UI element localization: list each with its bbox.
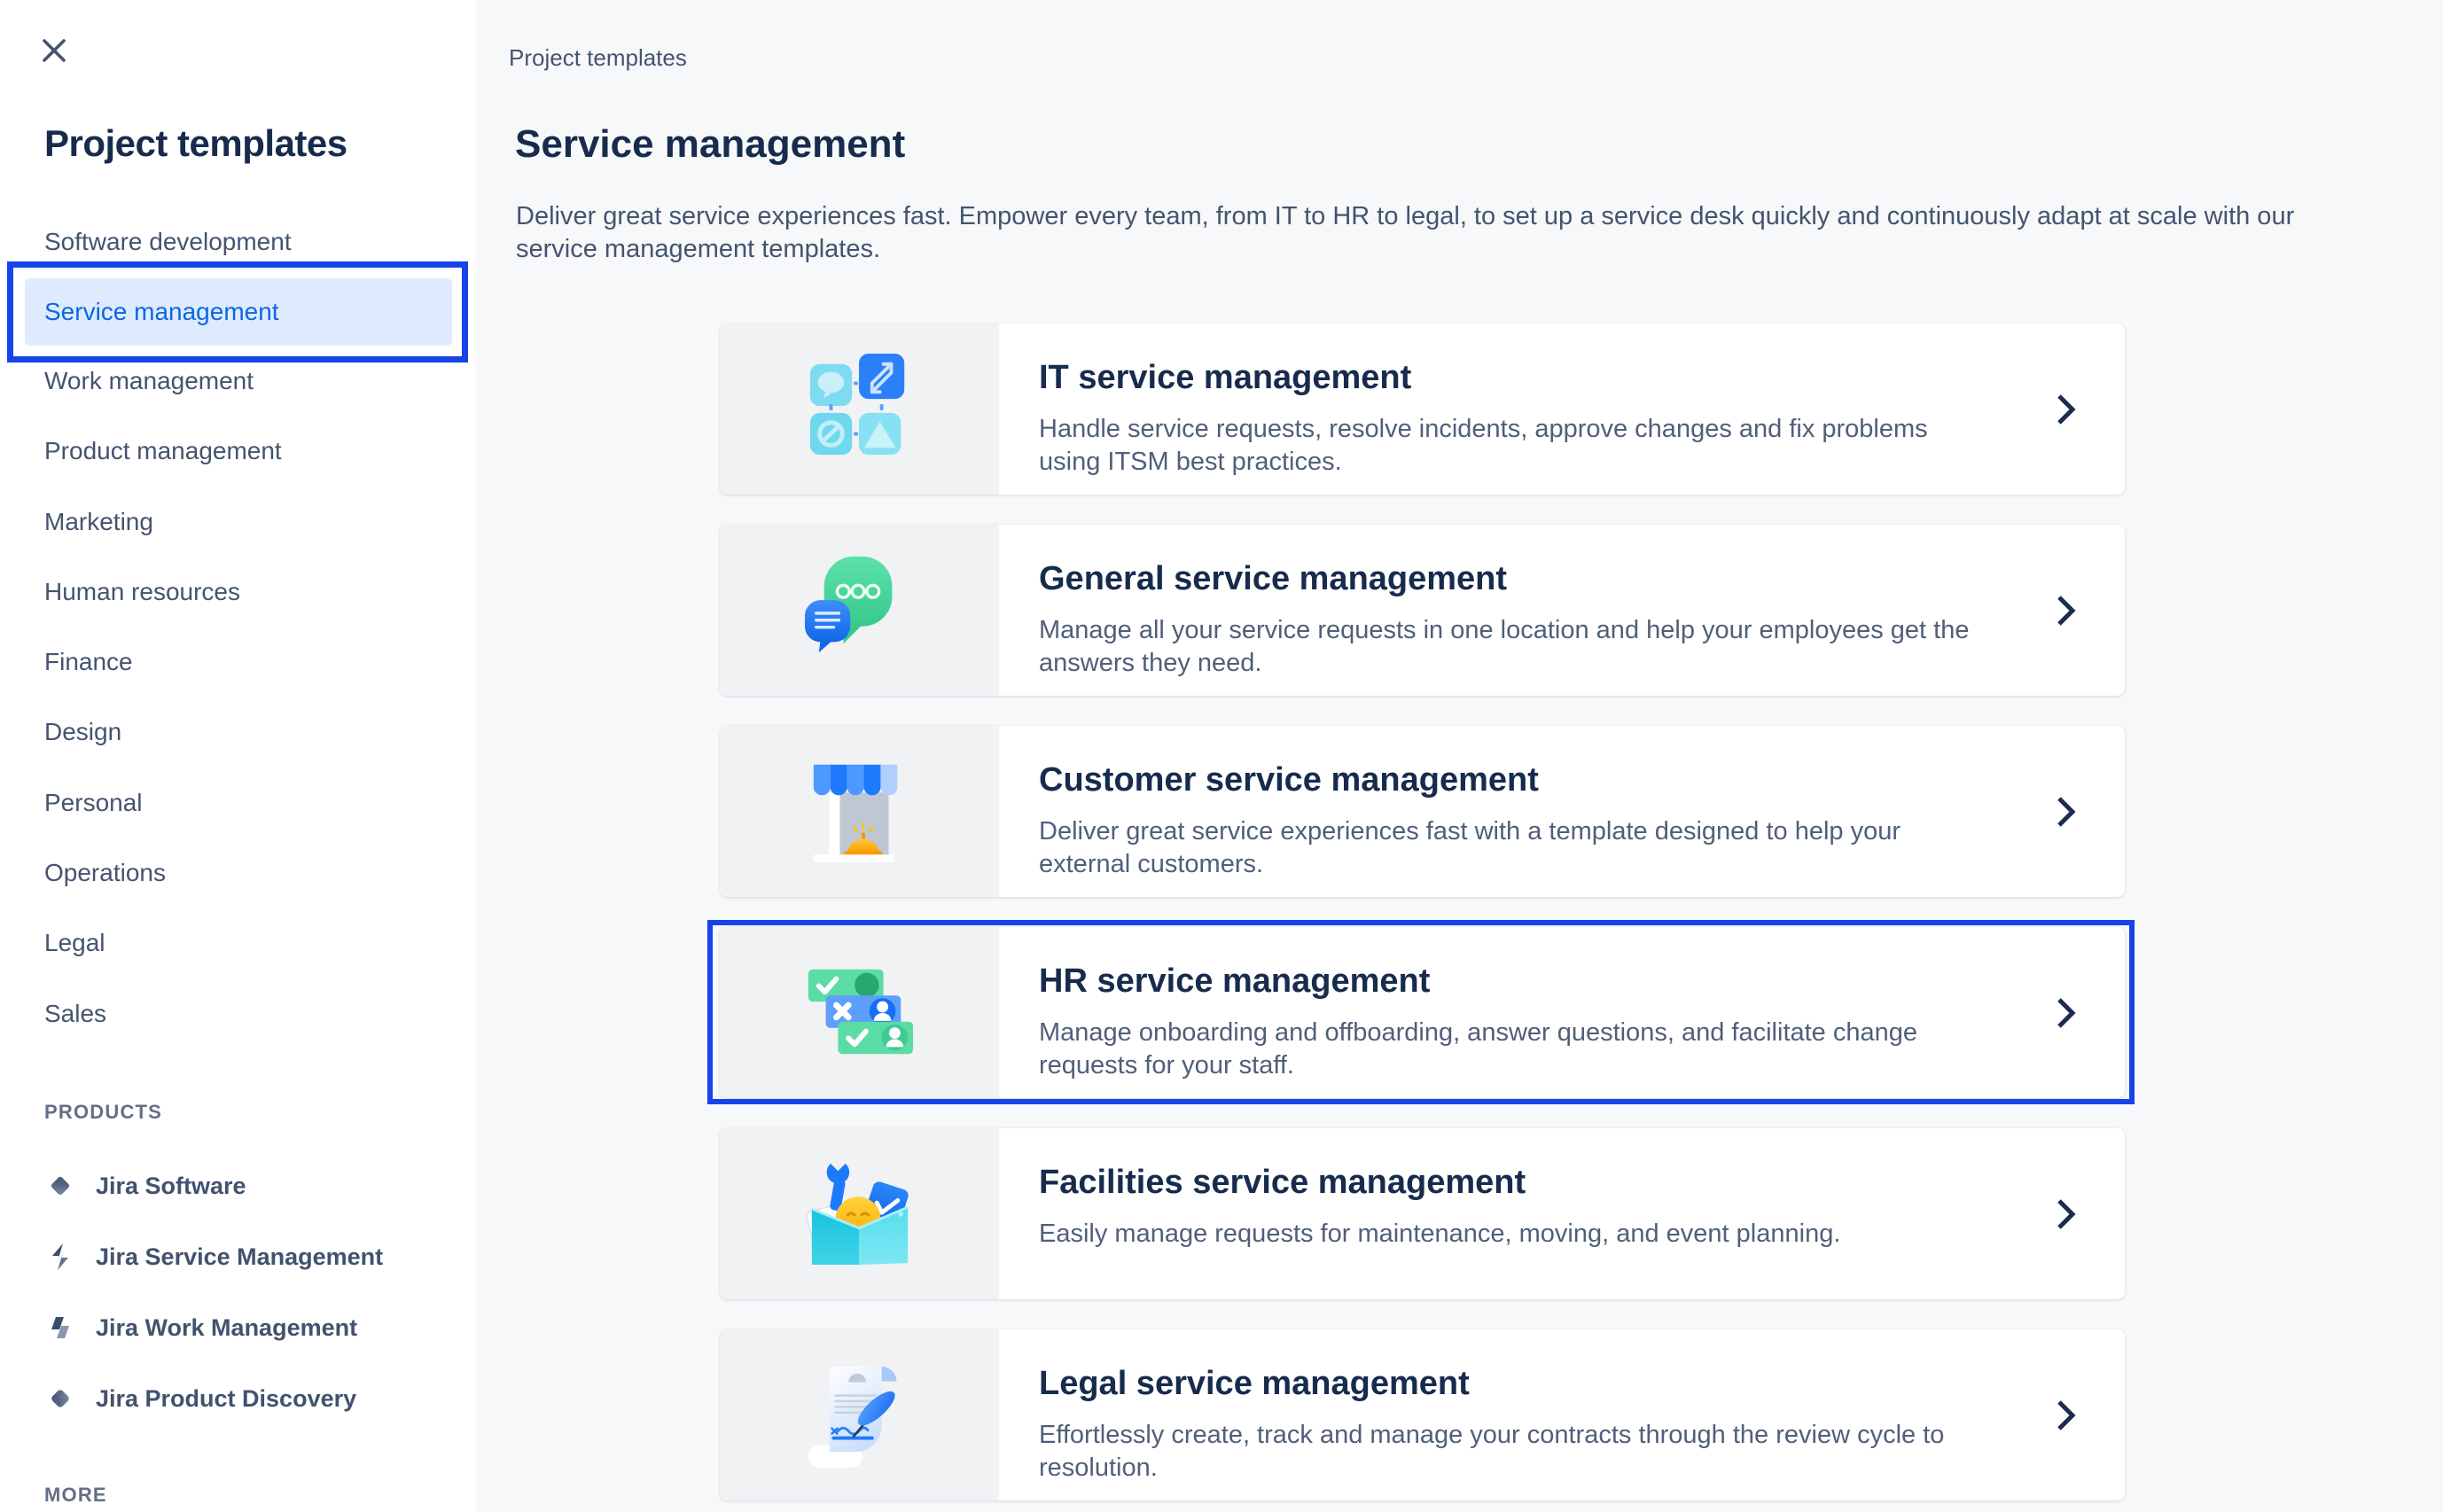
card-body: HR service management Manage onboarding … <box>999 927 2125 1098</box>
card-title: Customer service management <box>1039 761 1539 799</box>
customer-service-management-illustration-icon <box>803 752 917 870</box>
sidebar-title: Project templates <box>44 122 347 164</box>
it-service-management-illustration-icon <box>803 350 917 468</box>
chevron-right-icon[interactable] <box>2054 994 2079 1032</box>
sidebar-item-marketing[interactable]: Marketing <box>0 487 476 557</box>
card-icon-zone <box>720 726 999 897</box>
template-card-facilities-service-management[interactable]: Facilities service management Easily man… <box>720 1128 2125 1299</box>
chevron-right-icon[interactable] <box>2054 793 2079 830</box>
card-body: IT service management Handle service req… <box>999 323 2125 495</box>
product-label: Jira Product Discovery <box>96 1384 357 1412</box>
jira-service-management-logo-icon <box>44 1241 76 1273</box>
card-description: Deliver great service experiences fast w… <box>1039 817 1901 878</box>
card-body: General service management Manage all yo… <box>999 525 2125 696</box>
sidebar-item-jira-product-discovery[interactable]: Jira Product Discovery <box>0 1363 476 1434</box>
template-card-list: IT service management Handle service req… <box>707 323 2135 1500</box>
more-section-header: MORE <box>44 1484 107 1506</box>
sidebar-item-jira-software[interactable]: Jira Software <box>0 1150 476 1221</box>
sidebar-item-service-management[interactable]: Service management <box>25 278 452 347</box>
card-icon-zone <box>720 525 999 696</box>
card-title: General service management <box>1039 560 1508 597</box>
template-card-general-service-management[interactable]: General service management Manage all yo… <box>720 525 2125 696</box>
card-title: IT service management <box>1039 359 1412 396</box>
general-service-management-illustration-icon <box>803 551 917 669</box>
products-section-header: PRODUCTS <box>44 1101 163 1123</box>
page-title: Service management <box>515 122 906 166</box>
sidebar-item-operations[interactable]: Operations <box>0 838 476 908</box>
product-label: Jira Work Management <box>96 1313 358 1341</box>
jira-software-logo-icon <box>44 1170 76 1202</box>
sidebar-item-finance[interactable]: Finance <box>0 627 476 697</box>
product-label: Jira Software <box>96 1172 246 1199</box>
card-description: Handle service requests, resolve inciden… <box>1039 415 1928 476</box>
template-card-it-service-management[interactable]: IT service management Handle service req… <box>720 323 2125 495</box>
chevron-right-icon[interactable] <box>2054 1196 2079 1233</box>
category-list: Software development Service management … <box>0 207 476 1048</box>
close-icon <box>39 35 69 70</box>
card-icon-zone <box>720 1128 999 1299</box>
page-description: Deliver great service experiences fast. … <box>516 202 2295 263</box>
sidebar-item-jira-service-management[interactable]: Jira Service Management <box>0 1221 476 1292</box>
card-icon-zone <box>720 927 999 1098</box>
sidebar-item-software-development[interactable]: Software development <box>0 207 476 277</box>
card-description: Effortlessly create, track and manage yo… <box>1039 1421 1945 1482</box>
breadcrumb[interactable]: Project templates <box>509 44 687 72</box>
facilities-service-management-illustration-icon <box>803 1155 917 1273</box>
card-title: Facilities service management <box>1039 1164 1526 1201</box>
sidebar-item-jira-work-management[interactable]: Jira Work Management <box>0 1292 476 1363</box>
sidebar-item-sales[interactable]: Sales <box>0 978 476 1048</box>
product-list: Jira Software Jira Service Management Ji… <box>0 1150 476 1434</box>
sidebar-item-legal[interactable]: Legal <box>0 908 476 978</box>
card-description: Manage all your service requests in one … <box>1039 616 1970 677</box>
templates-main-panel: Project templates Service management Del… <box>476 0 2443 1512</box>
card-description: Manage onboarding and offboarding, answe… <box>1039 1018 1918 1079</box>
legal-service-management-illustration-icon <box>803 1356 917 1474</box>
sidebar-item-personal[interactable]: Personal <box>0 768 476 838</box>
card-body: Legal service management Effortlessly cr… <box>999 1329 2125 1500</box>
hr-service-management-illustration-icon <box>803 954 917 1072</box>
sidebar-item-human-resources[interactable]: Human resources <box>0 557 476 627</box>
chevron-right-icon[interactable] <box>2054 1397 2079 1434</box>
card-icon-zone <box>720 323 999 495</box>
close-button[interactable] <box>39 37 69 67</box>
card-description: Easily manage requests for maintenance, … <box>1039 1220 1841 1248</box>
chevron-right-icon[interactable] <box>2054 592 2079 629</box>
sidebar-item-design[interactable]: Design <box>0 698 476 768</box>
sidebar-item-product-management[interactable]: Product management <box>0 417 476 487</box>
sidebar-item-work-management[interactable]: Work management <box>0 346 476 416</box>
card-body: Customer service management Deliver grea… <box>999 726 2125 897</box>
card-body: Facilities service management Easily man… <box>999 1128 2125 1299</box>
template-card-hr-service-management[interactable]: HR service management Manage onboarding … <box>707 920 2135 1104</box>
card-title: HR service management <box>1039 963 1431 1000</box>
product-label: Jira Service Management <box>96 1243 384 1270</box>
jira-product-discovery-logo-icon <box>44 1383 76 1415</box>
card-title: Legal service management <box>1039 1365 1470 1402</box>
template-card-legal-service-management[interactable]: Legal service management Effortlessly cr… <box>720 1329 2125 1500</box>
project-templates-sidebar: Project templates Software development S… <box>0 0 476 1512</box>
template-card-customer-service-management[interactable]: Customer service management Deliver grea… <box>720 726 2125 897</box>
jira-work-management-logo-icon <box>44 1312 76 1344</box>
chevron-right-icon[interactable] <box>2054 391 2079 428</box>
card-icon-zone <box>720 1329 999 1500</box>
